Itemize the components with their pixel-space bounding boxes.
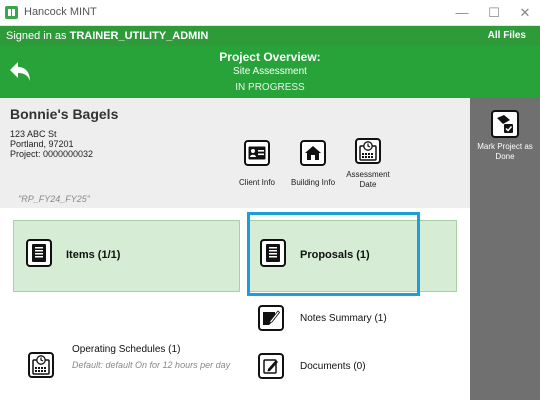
window-title: Hancock MINT [24,6,97,18]
page-header: Project Overview: Site Assessment IN PRO… [0,46,540,98]
address-street: 123 ABC St [10,129,57,139]
documents-label: Documents (0) [300,360,366,372]
operating-schedules-button[interactable] [28,352,54,378]
client-info-label: Client Info [238,178,276,187]
operating-schedules-description: Default: default On for 12 hours per day [72,360,231,370]
items-tile[interactable]: Items (1/1) [13,220,240,292]
items-label: Items (1/1) [66,249,121,261]
app-logo-icon [5,6,18,19]
close-button[interactable]: ✕ [510,2,540,24]
calendar-clock-icon [28,352,54,378]
document-check-icon [491,110,519,138]
page-subtitle: Site Assessment [233,66,307,77]
notes-summary-label: Notes Summary (1) [300,312,387,324]
mark-project-done-button[interactable]: Mark Project as Done [470,110,540,162]
list-document-icon [26,239,52,267]
address-city: Portland, 97201 [10,139,74,149]
session-bar: Signed in as TRAINER_UTILITY_ADMIN All F… [0,26,540,46]
action-sidebar: Mark Project as Done [470,98,540,400]
signed-in-prefix: Signed in as [6,30,70,42]
page-title: Project Overview: [219,50,321,64]
fiscal-tag: "RP_FY24_FY25" [18,194,90,204]
minimize-button[interactable]: — [447,2,477,24]
client-info-button[interactable]: Client Info [229,140,285,188]
assessment-date-button[interactable]: Assessment Date [338,138,398,190]
house-icon [300,140,326,166]
signed-in-user: TRAINER_UTILITY_ADMIN [69,30,209,42]
selection-highlight [247,212,420,296]
project-number: Project: 0000000032 [10,149,94,159]
building-info-button[interactable]: Building Info [283,140,343,188]
calendar-clock-icon [355,138,381,164]
notes-summary-button[interactable]: Notes Summary (1) [258,305,387,331]
building-info-label: Building Info [290,178,336,187]
assessment-date-label: Assessment Date [346,170,390,189]
all-files-link[interactable]: All Files [488,30,526,41]
maximize-button[interactable]: ☐ [479,2,509,24]
company-name: Bonnie's Bagels [10,106,119,122]
project-info-panel: Bonnie's Bagels 123 ABC St Portland, 972… [0,98,470,208]
edit-document-icon [258,353,284,379]
operating-schedules-label[interactable]: Operating Schedules (1) [72,344,180,355]
mark-project-done-label: Mark Project as Done [477,142,533,161]
documents-button[interactable]: Documents (0) [258,353,366,379]
signed-in-text: Signed in as TRAINER_UTILITY_ADMIN [6,30,208,42]
contact-card-icon [244,140,270,166]
note-pen-icon [258,305,284,331]
window-titlebar: Hancock MINT — ☐ ✕ [0,0,540,26]
status-badge: IN PROGRESS [235,82,305,93]
